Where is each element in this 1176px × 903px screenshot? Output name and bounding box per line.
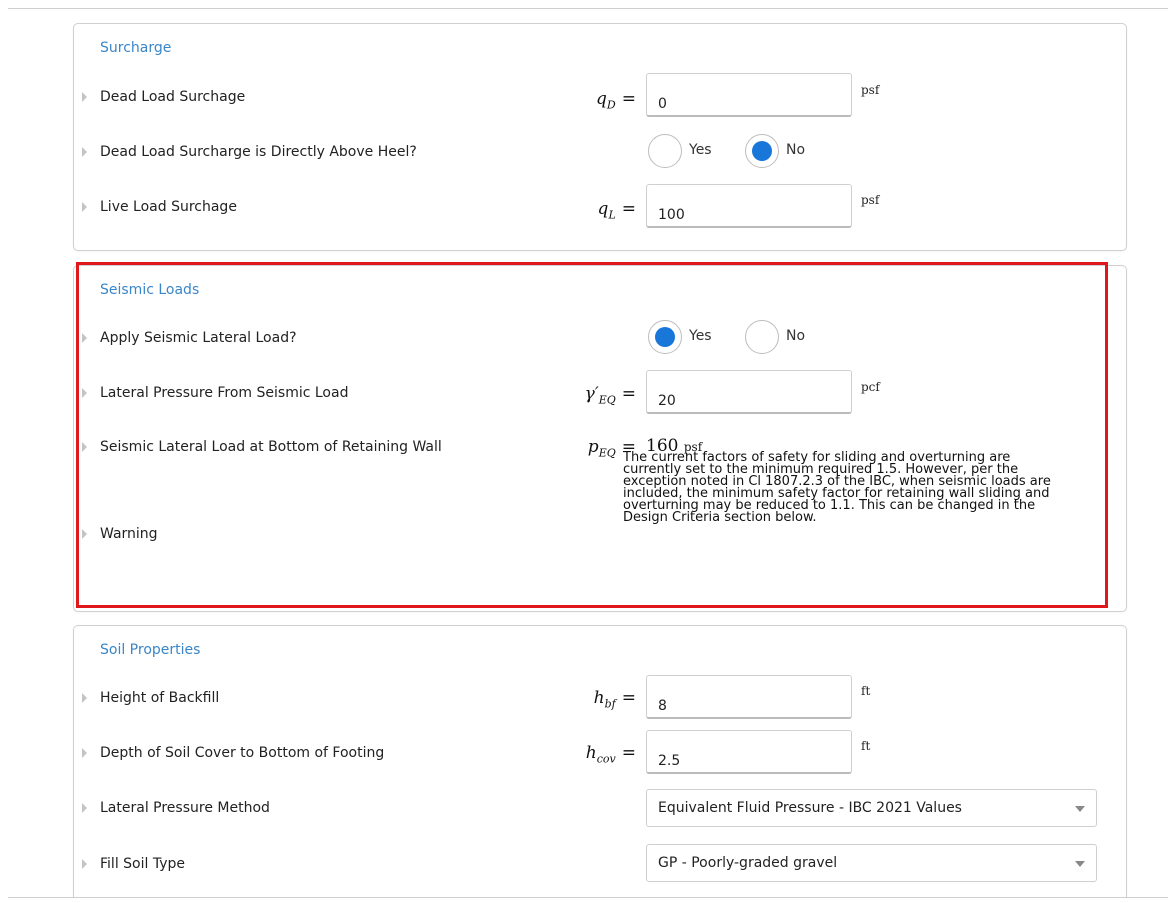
above-heel-no-radio[interactable] (745, 134, 779, 168)
above-heel-row: Dead Load Surcharge is Directly Above He… (74, 132, 1126, 172)
dead-load-input[interactable] (646, 73, 852, 117)
height-backfill-row: Height of Backfill hbf= ft (74, 675, 1126, 719)
warning-text: The current factors of safety for slidin… (623, 450, 1051, 525)
fill-soil-value: GP - Poorly-graded gravel (658, 855, 838, 871)
above-heel-no-label: No (786, 142, 806, 158)
seismic-pressure-row: Lateral Pressure From Seismic Load γ′EQ =… (74, 370, 1126, 414)
depth-cover-row: Depth of Soil Cover to Bottom of Footing… (74, 730, 1126, 774)
live-load-unit: psf (861, 193, 880, 207)
apply-seismic-no-label: No (786, 328, 806, 344)
page: Surcharge Dead Load Surchage qD= psf Dea… (8, 8, 1168, 898)
apply-seismic-radio-group: Yes No (648, 320, 848, 356)
dropdown-arrow-icon (1075, 861, 1085, 867)
depth-cover-label: Depth of Soil Cover to Bottom of Footing (100, 745, 385, 761)
dropdown-arrow-icon (1075, 806, 1085, 812)
live-load-label: Live Load Surchage (100, 199, 237, 215)
above-heel-yes-radio[interactable] (648, 134, 682, 168)
pressure-method-row: Lateral Pressure Method Equivalent Fluid… (74, 788, 1126, 828)
pressure-method-label: Lateral Pressure Method (100, 800, 270, 816)
above-heel-label: Dead Load Surcharge is Directly Above He… (100, 144, 417, 160)
dead-load-symbol: qD = (596, 89, 636, 112)
depth-cover-input[interactable] (646, 730, 852, 774)
fill-soil-label: Fill Soil Type (100, 856, 185, 872)
expand-caret-icon[interactable] (82, 388, 87, 398)
above-heel-yes-label: Yes (689, 142, 712, 158)
fill-soil-row: Fill Soil Type GP - Poorly-graded gravel (74, 844, 1126, 884)
expand-caret-icon[interactable] (82, 859, 87, 869)
apply-seismic-row: Apply Seismic Lateral Load? Yes No (74, 318, 1126, 358)
surcharge-card: Surcharge Dead Load Surchage qD= psf Dea… (73, 23, 1127, 251)
expand-caret-icon[interactable] (82, 147, 87, 157)
height-backfill-unit: ft (861, 684, 871, 698)
dead-load-row: Dead Load Surchage qD= psf (74, 73, 1126, 117)
expand-caret-icon[interactable] (82, 693, 87, 703)
soil-card: Soil Properties Height of Backfill hbf = … (73, 625, 1127, 897)
seismic-pressure-unit: pcf (861, 380, 880, 394)
seismic-pressure-symbol: γ′EQ = (584, 384, 636, 407)
surcharge-title: Surcharge (100, 40, 172, 56)
height-backfill-symbol: hbf = (593, 688, 636, 711)
height-backfill-label: Height of Backfill (100, 690, 220, 706)
expand-caret-icon[interactable] (82, 748, 87, 758)
pressure-method-select[interactable]: Equivalent Fluid Pressure - IBC 2021 Val… (646, 789, 1097, 827)
live-load-row: Live Load Surchage qL= psf (74, 184, 1126, 228)
expand-caret-icon[interactable] (82, 529, 87, 539)
seismic-card: Seismic Loads Apply Seismic Lateral Load… (73, 265, 1127, 612)
apply-seismic-yes-label: Yes (689, 328, 712, 344)
expand-caret-icon[interactable] (82, 442, 87, 452)
height-backfill-input[interactable] (646, 675, 852, 719)
dead-load-unit: psf (861, 83, 880, 97)
apply-seismic-no-radio[interactable] (745, 320, 779, 354)
live-load-symbol: qL = (597, 199, 636, 222)
expand-caret-icon[interactable] (82, 803, 87, 813)
apply-seismic-yes-radio[interactable] (648, 320, 682, 354)
soil-title: Soil Properties (100, 642, 201, 658)
seismic-pressure-input[interactable] (646, 370, 852, 414)
fill-soil-select[interactable]: GP - Poorly-graded gravel (646, 844, 1097, 882)
live-load-input[interactable] (646, 184, 852, 228)
apply-seismic-label: Apply Seismic Lateral Load? (100, 330, 297, 346)
warning-label: Warning (100, 526, 158, 542)
seismic-pressure-label: Lateral Pressure From Seismic Load (100, 385, 349, 401)
expand-caret-icon[interactable] (82, 92, 87, 102)
depth-cover-unit: ft (861, 739, 871, 753)
seismic-bottom-load-label: Seismic Lateral Load at Bottom of Retain… (100, 439, 442, 455)
expand-caret-icon[interactable] (82, 333, 87, 343)
depth-cover-symbol: hcov = (585, 743, 636, 766)
dead-load-label: Dead Load Surchage (100, 89, 246, 105)
above-heel-radio-group: Yes No (648, 134, 848, 170)
pressure-method-value: Equivalent Fluid Pressure - IBC 2021 Val… (658, 800, 962, 816)
seismic-title: Seismic Loads (100, 282, 200, 298)
expand-caret-icon[interactable] (82, 202, 87, 212)
